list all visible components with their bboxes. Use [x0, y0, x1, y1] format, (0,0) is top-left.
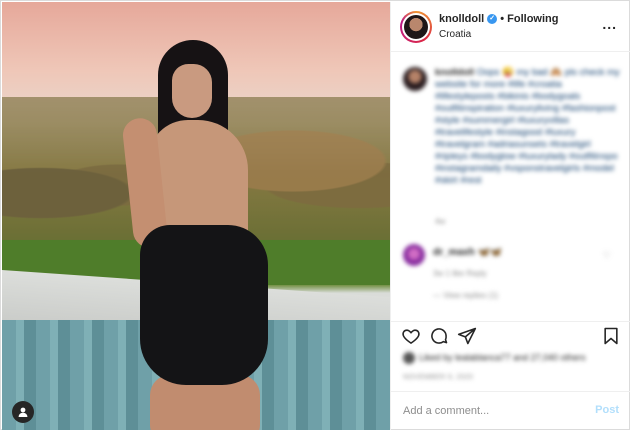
author-avatar[interactable]: [400, 11, 432, 43]
liker-avatar: [403, 352, 415, 364]
caption-avatar[interactable]: [403, 67, 427, 91]
comments-area: knolldoll Oops 😜 my bad 🙈 pls check my w…: [391, 53, 630, 321]
tagged-user-icon[interactable]: [12, 401, 34, 423]
comment-text: 🦋🦋: [477, 247, 503, 258]
verified-badge-icon: ✓: [487, 14, 498, 25]
comment-meta[interactable]: 3w 1 like Reply: [433, 269, 487, 278]
likes-text: Liked by lealablanca77 and 27,040 others: [419, 352, 586, 363]
comment-like-icon[interactable]: ♡: [603, 250, 611, 261]
add-comment-bar: Post: [391, 391, 630, 430]
caption-time: 4w: [435, 217, 446, 226]
location-link[interactable]: Croatia: [439, 29, 471, 40]
author-username-row: knolldoll ✓ • Following: [439, 13, 558, 25]
author-username[interactable]: knolldoll: [439, 13, 484, 25]
comment-username[interactable]: dr_maxh: [433, 247, 475, 258]
more-options-icon[interactable]: ...: [602, 16, 617, 32]
post-frame: knolldoll ✓ • Following Croatia ... knolld…: [0, 0, 630, 430]
following-button[interactable]: • Following: [500, 13, 558, 25]
caption: knolldoll Oops 😜 my bad 🙈 pls check my w…: [435, 67, 621, 187]
post-header: knolldoll ✓ • Following Croatia ...: [391, 2, 630, 52]
post-date[interactable]: November 9, 2020: [403, 374, 473, 381]
post-photo[interactable]: [2, 2, 390, 430]
comment-avatar[interactable]: [403, 244, 425, 266]
caption-username[interactable]: knolldoll: [435, 67, 474, 78]
view-replies-link[interactable]: — View replies (1): [433, 291, 498, 300]
caption-text: Oops 😜 my bad 🙈 pls check my website for…: [435, 67, 620, 186]
comment-icon[interactable]: [429, 326, 451, 348]
subject-face: [172, 64, 212, 118]
likes-summary[interactable]: Liked by lealablanca77 and 27,040 others: [403, 352, 586, 364]
heart-icon[interactable]: [401, 326, 423, 348]
subject-dress: [140, 225, 268, 385]
save-bookmark-icon[interactable]: [601, 326, 623, 348]
comment-input[interactable]: [403, 402, 583, 420]
photo-subject: [120, 40, 280, 430]
post-comment-button[interactable]: Post: [595, 404, 619, 416]
share-icon[interactable]: [457, 326, 479, 348]
post-side-panel: knolldoll ✓ • Following Croatia ... knolld…: [390, 2, 630, 430]
comment: dr_maxh 🦋🦋: [433, 247, 502, 258]
